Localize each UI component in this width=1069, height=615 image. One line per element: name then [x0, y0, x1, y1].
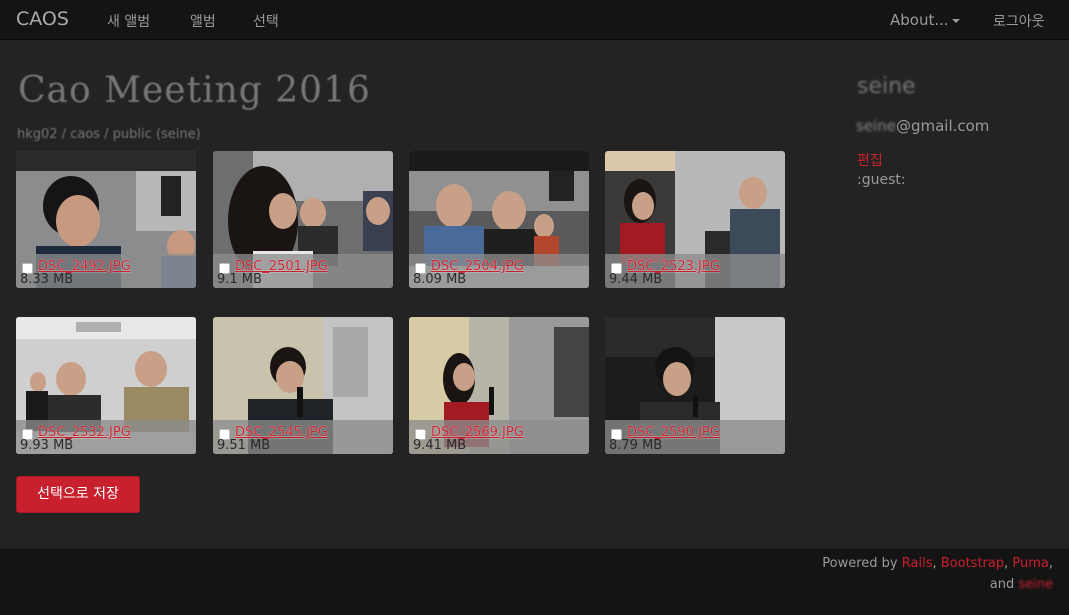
photo-caption: DSC_2532.JPG 9.93 MB — [16, 420, 196, 454]
photo-card[interactable]: DSC_2569.JPG 9.41 MB — [409, 317, 589, 454]
photo-card[interactable]: DSC_2523.JPG 9.44 MB — [605, 151, 785, 288]
logout-link[interactable]: 로그아웃 — [993, 11, 1045, 31]
album-path: hkg02 / caos / public (seine) — [17, 127, 201, 142]
and-text: and — [989, 577, 1019, 592]
user-email: seine@gmail.com — [856, 117, 989, 135]
nav-selection[interactable]: 선택 — [253, 11, 279, 31]
powered-by-text: Powered by — [822, 556, 902, 571]
caret-down-icon — [951, 18, 960, 23]
top-navbar: CAOS 새 앨범 앨범 선택 About... 로그아웃 — [0, 0, 1069, 40]
rails-link[interactable]: Rails — [902, 556, 933, 571]
bootstrap-link[interactable]: Bootstrap — [941, 556, 1004, 571]
photo-card[interactable]: DSC_2590.JPG 8.79 MB — [605, 317, 785, 454]
brand-logo[interactable]: CAOS — [16, 8, 69, 30]
photo-card[interactable]: DSC_2492.JPG 8.33 MB — [16, 151, 196, 288]
photo-size: 8.33 MB — [20, 272, 74, 287]
photo-size: 9.51 MB — [217, 438, 271, 453]
save-selection-button[interactable]: 선택으로 저장 — [16, 476, 140, 513]
photo-caption: DSC_2545.JPG 9.51 MB — [213, 420, 393, 454]
footer-author-line: and seine — [990, 577, 1053, 592]
album-title: Cao Meeting 2016 — [18, 70, 371, 111]
photo-caption: DSC_2590.JPG 8.79 MB — [605, 420, 785, 454]
photo-caption: DSC_2504.JPG 8.09 MB — [409, 254, 589, 288]
photo-size: 9.93 MB — [20, 438, 74, 453]
nav-new-album[interactable]: 새 앨범 — [107, 11, 150, 31]
photo-size: 9.41 MB — [413, 438, 467, 453]
photo-card[interactable]: DSC_2504.JPG 8.09 MB — [409, 151, 589, 288]
photo-card[interactable]: DSC_2545.JPG 9.51 MB — [213, 317, 393, 454]
page-footer: Powered by Rails, Bootstrap, Puma, and s… — [0, 549, 1069, 615]
about-dropdown[interactable]: About... — [890, 11, 960, 29]
author-link[interactable]: seine — [1018, 577, 1053, 592]
edit-profile-link[interactable]: 편집 — [857, 150, 883, 170]
photo-size: 9.44 MB — [609, 272, 663, 287]
puma-link[interactable]: Puma — [1012, 556, 1048, 571]
photo-card[interactable]: DSC_2501.JPG 9.1 MB — [213, 151, 393, 288]
footer-credits: Powered by Rails, Bootstrap, Puma, — [822, 556, 1053, 571]
photo-size: 8.09 MB — [413, 272, 467, 287]
photo-size: 8.79 MB — [609, 438, 663, 453]
user-name: seine — [857, 74, 916, 99]
email-user: seine — [856, 117, 896, 135]
photo-caption: DSC_2569.JPG 9.41 MB — [409, 420, 589, 454]
photo-card[interactable]: DSC_2532.JPG 9.93 MB — [16, 317, 196, 454]
about-label: About... — [890, 11, 949, 29]
photo-caption: DSC_2492.JPG 8.33 MB — [16, 254, 196, 288]
photo-caption: DSC_2501.JPG 9.1 MB — [213, 254, 393, 288]
photo-size: 9.1 MB — [217, 272, 262, 287]
nav-albums[interactable]: 앨범 — [190, 11, 216, 31]
email-domain: @gmail.com — [895, 117, 990, 135]
user-role: :guest: — [857, 172, 906, 188]
photo-caption: DSC_2523.JPG 9.44 MB — [605, 254, 785, 288]
